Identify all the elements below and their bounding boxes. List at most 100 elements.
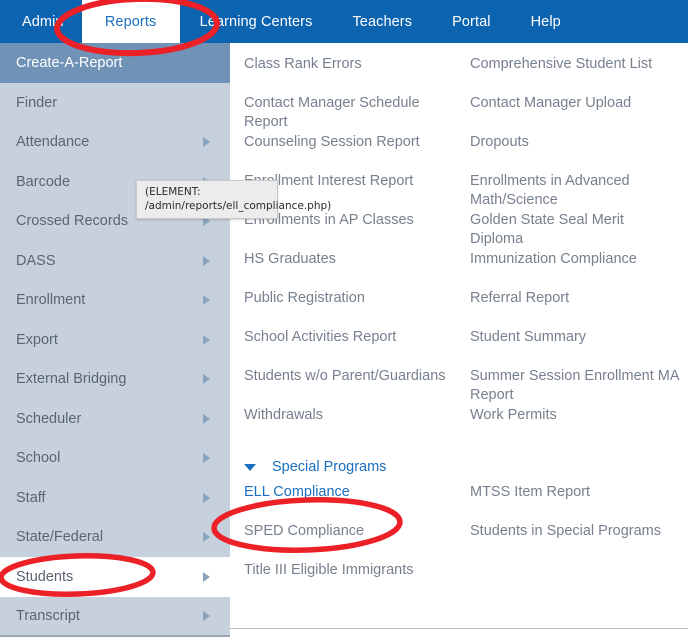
chevron-right-icon (203, 413, 210, 424)
report-link[interactable]: Class Rank Errors (230, 55, 458, 74)
chevron-right-icon (203, 295, 210, 306)
sidebar-header-create-a-report[interactable]: Create-A-Report (0, 43, 230, 83)
report-link[interactable]: Dropouts (458, 133, 688, 152)
report-link[interactable]: School Activities Report (230, 328, 458, 347)
sidebar-item-external-bridging[interactable]: External Bridging (0, 360, 230, 400)
report-row: Enrollments in AP Classes Golden State Se… (230, 211, 688, 250)
sidebar-item-dass[interactable]: DASS (0, 241, 230, 281)
nav-tab-reports-label: Reports (104, 13, 157, 30)
sidebar-item-list: Finder Attendance Barcode Crossed Records DA… (0, 83, 230, 636)
report-row: ELL Compliance MTSS Item Report (230, 483, 688, 522)
report-link-cell: Title III Eligible Immigrants (230, 561, 458, 580)
sidebar-item-scheduler[interactable]: Scheduler (0, 399, 230, 439)
sidebar-item-students[interactable]: Students (0, 557, 230, 597)
sidebar: Create-A-Report Finder Attendance Barcode C… (0, 43, 230, 637)
report-link[interactable]: Immunization Compliance (458, 250, 688, 269)
report-link[interactable]: Public Registration (230, 289, 458, 308)
report-row: SPED Compliance Students in Special Progr… (230, 522, 688, 561)
report-row: HS Graduates Immunization Compliance (230, 250, 688, 289)
report-row: Students w/o Parent/Guardians Summer Sess… (230, 367, 688, 406)
nav-tab-learning-centers[interactable]: Learning Centers (180, 0, 333, 43)
report-link[interactable]: Comprehensive Student List (458, 55, 688, 74)
nav-tab-admin-label: Admin (22, 13, 64, 30)
report-row: Class Rank Errors Comprehensive Student L… (230, 55, 688, 94)
nav-tab-portal[interactable]: Portal (432, 0, 510, 43)
report-link[interactable]: Contact Manager Schedule Report (230, 94, 458, 131)
sidebar-item-enrollment[interactable]: Enrollment (0, 281, 230, 321)
sidebar-item-state-federal[interactable]: State/Federal (0, 518, 230, 558)
top-navigation-bar: Admin Reports Learning Centers Teachers … (0, 0, 688, 43)
report-link[interactable]: Work Permits (458, 406, 688, 425)
sidebar-item-label: State/Federal (16, 529, 104, 546)
section-header-special-programs[interactable]: Special Programs (230, 451, 688, 483)
sidebar-header-label: Create-A-Report (16, 55, 123, 71)
report-link[interactable]: Golden State Seal Merit Diploma (458, 211, 688, 248)
chevron-right-icon (203, 374, 210, 385)
report-link[interactable]: Enrollments in Advanced Math/Science (458, 172, 688, 209)
report-link[interactable]: HS Graduates (230, 250, 458, 269)
chevron-right-icon (203, 492, 210, 503)
sidebar-item-label: Transcript (16, 608, 80, 625)
report-link[interactable]: Referral Report (458, 289, 688, 308)
sidebar-item-transcript[interactable]: Transcript (0, 597, 230, 637)
chevron-right-icon (203, 532, 210, 543)
report-link-cell: ELL Compliance (230, 483, 458, 502)
nav-tab-admin[interactable]: Admin (0, 0, 82, 43)
nav-tab-reports[interactable]: Reports (81, 0, 180, 43)
sidebar-item-label: Students (16, 568, 74, 585)
report-link[interactable]: Counseling Session Report (230, 133, 458, 152)
section-title-special-programs: Special Programs (272, 459, 387, 475)
sidebar-item-label: Finder (16, 94, 58, 111)
report-link-cell: SPED Compliance (230, 522, 458, 541)
sidebar-item-label: Enrollment (16, 292, 86, 309)
status-tooltip: (ELEMENT: /admin/reports/ell_compliance.… (136, 180, 331, 219)
chevron-right-icon (203, 137, 210, 148)
sidebar-item-label: Staff (16, 489, 46, 506)
nav-tab-help-label: Help (530, 13, 561, 30)
report-row: School Activities Report Student Summary (230, 328, 688, 367)
sidebar-item-staff[interactable]: Staff (0, 478, 230, 518)
report-link[interactable]: ELL Compliance (244, 484, 350, 500)
report-link[interactable]: Students in Special Programs (458, 522, 688, 541)
chevron-down-icon (244, 463, 256, 471)
report-link[interactable]: Withdrawals (230, 406, 458, 425)
report-link[interactable]: Student Summary (458, 328, 688, 347)
report-link[interactable]: Contact Manager Upload (458, 94, 688, 113)
sidebar-item-label: DASS (16, 252, 56, 269)
report-row: Counseling Session Report Dropouts (230, 133, 688, 172)
report-link-grid: Class Rank Errors Comprehensive Student L… (230, 43, 688, 445)
sidebar-item-label: Scheduler (16, 410, 82, 427)
app-window: Admin Reports Learning Centers Teachers … (0, 0, 688, 637)
chevron-right-icon (203, 334, 210, 345)
report-link[interactable]: SPED Compliance (244, 523, 364, 539)
report-link[interactable]: Students w/o Parent/Guardians (230, 367, 458, 386)
report-link[interactable]: Summer Session Enrollment MA Report (458, 367, 688, 404)
nav-tab-teachers-label: Teachers (352, 13, 413, 30)
sidebar-item-label: School (16, 450, 61, 467)
chevron-right-icon (203, 611, 210, 622)
nav-tab-learning-centers-label: Learning Centers (199, 13, 313, 30)
cutoff-text: ​ (230, 629, 688, 634)
sidebar-item-school[interactable]: School (0, 439, 230, 479)
sidebar-item-label: Attendance (16, 134, 90, 151)
nav-tab-teachers[interactable]: Teachers (332, 0, 432, 43)
report-row: Public Registration Referral Report (230, 289, 688, 328)
sidebar-item-finder[interactable]: Finder (0, 83, 230, 123)
report-row: Withdrawals Work Permits (230, 406, 688, 445)
sidebar-item-attendance[interactable]: Attendance (0, 123, 230, 163)
nav-tab-portal-label: Portal (452, 13, 491, 30)
chevron-right-icon (203, 255, 210, 266)
report-row: Contact Manager Schedule Report Contact M… (230, 94, 688, 133)
report-link[interactable]: MTSS Item Report (458, 483, 688, 502)
report-link[interactable]: Title III Eligible Immigrants (244, 562, 413, 578)
chevron-right-icon (203, 571, 210, 582)
sidebar-item-export[interactable]: Export (0, 320, 230, 360)
main-content: Class Rank Errors Comprehensive Student L… (230, 43, 688, 637)
chevron-right-icon (203, 453, 210, 464)
sidebar-item-label: Export (16, 331, 58, 348)
special-programs-link-grid: ELL Compliance MTSS Item Report SPED Compl… (230, 483, 688, 600)
report-row: Title III Eligible Immigrants (230, 561, 688, 600)
page-bottom-cutoff-strip: ​ (230, 628, 688, 637)
nav-tab-help[interactable]: Help (511, 0, 581, 43)
sidebar-item-label: External Bridging (16, 371, 127, 388)
